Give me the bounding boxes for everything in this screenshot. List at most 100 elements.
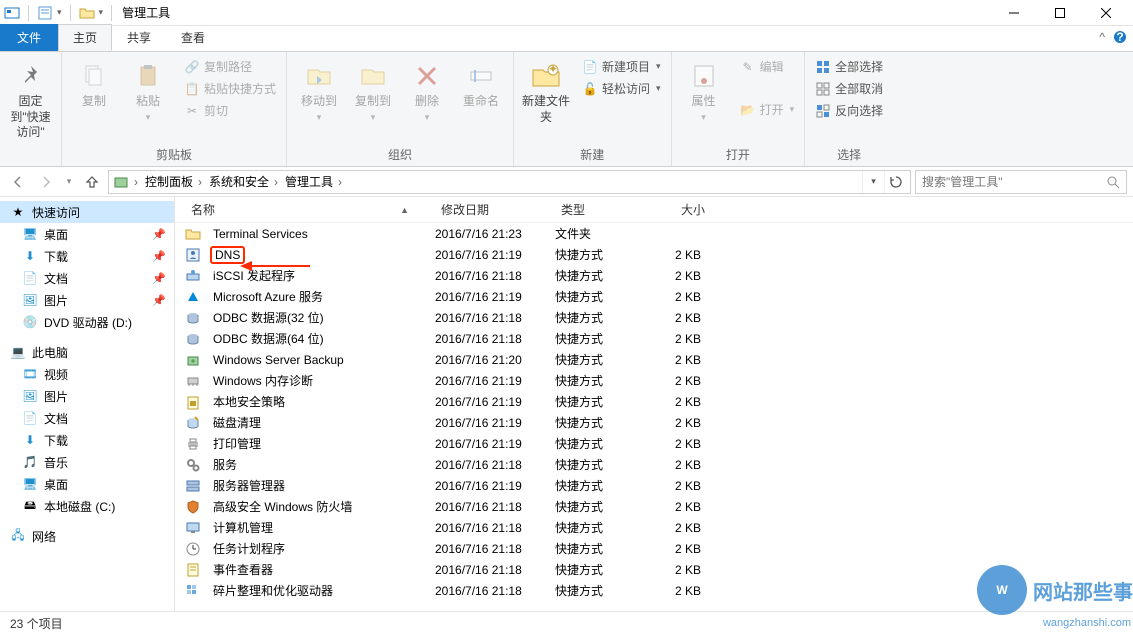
- paste-icon: [132, 60, 164, 92]
- copy-button[interactable]: 复制: [68, 56, 120, 110]
- nav-pictures2[interactable]: 🖼图片: [0, 385, 174, 407]
- file-icon: [185, 373, 201, 389]
- nav-videos[interactable]: 🎞视频: [0, 363, 174, 385]
- search-box[interactable]: [915, 170, 1127, 194]
- help-icon[interactable]: ?: [1113, 30, 1127, 44]
- file-name: ODBC 数据源(64 位): [213, 330, 324, 347]
- invert-selection-button[interactable]: 反向选择: [811, 100, 887, 121]
- nav-downloads2[interactable]: ⬇下载: [0, 429, 174, 451]
- file-type: 快捷方式: [555, 435, 675, 452]
- select-all-button[interactable]: 全部选择: [811, 56, 887, 77]
- tab-home[interactable]: 主页: [58, 24, 112, 51]
- file-icon: [185, 541, 201, 557]
- rename-button[interactable]: 重命名: [455, 56, 507, 110]
- properties-button[interactable]: 属性▾: [678, 56, 730, 123]
- file-row[interactable]: Terminal Services2016/7/16 21:23文件夹: [175, 223, 1133, 244]
- easy-access-button[interactable]: 🔓轻松访问▾: [578, 78, 665, 99]
- nav-documents[interactable]: 📄文档📌: [0, 267, 174, 289]
- file-date: 2016/7/16 21:18: [435, 500, 555, 514]
- file-row[interactable]: DNS2016/7/16 21:19快捷方式2 KB: [175, 244, 1133, 265]
- edit-button[interactable]: ✎编辑: [736, 56, 799, 77]
- file-row[interactable]: Microsoft Azure 服务2016/7/16 21:19快捷方式2 K…: [175, 286, 1133, 307]
- file-row[interactable]: Windows 内存诊断2016/7/16 21:19快捷方式2 KB: [175, 370, 1133, 391]
- new-item-button[interactable]: 📄新建项目▾: [578, 56, 665, 77]
- new-folder-button[interactable]: ✦新建文件夹: [520, 56, 572, 125]
- close-button[interactable]: [1083, 0, 1129, 26]
- minimize-button[interactable]: [991, 0, 1037, 26]
- nav-desktop[interactable]: 🖥桌面📌: [0, 223, 174, 245]
- file-row[interactable]: Windows Server Backup2016/7/16 21:20快捷方式…: [175, 349, 1133, 370]
- paste-button[interactable]: 粘贴▾: [122, 56, 174, 123]
- col-name[interactable]: 名称▲: [185, 201, 435, 218]
- copy-to-button[interactable]: 复制到▾: [347, 56, 399, 123]
- music-icon: 🎵: [22, 454, 38, 470]
- file-date: 2016/7/16 21:18: [435, 584, 555, 598]
- breadcrumb-1[interactable]: 系统和安全›: [207, 173, 283, 190]
- tab-share[interactable]: 共享: [112, 24, 166, 51]
- group-organize-label: 组织: [293, 146, 507, 166]
- refresh-button[interactable]: [884, 171, 906, 193]
- file-row[interactable]: 计算机管理2016/7/16 21:18快捷方式2 KB: [175, 517, 1133, 538]
- maximize-button[interactable]: [1037, 0, 1083, 26]
- file-size: 2 KB: [675, 248, 775, 262]
- address-dropdown-button[interactable]: ▾: [862, 171, 884, 193]
- select-none-button[interactable]: 全部取消: [811, 78, 887, 99]
- nav-dvd[interactable]: 💿DVD 驱动器 (D:): [0, 311, 174, 333]
- forward-button[interactable]: [34, 170, 58, 194]
- delete-button[interactable]: 删除▾: [401, 56, 453, 123]
- file-row[interactable]: iSCSI 发起程序2016/7/16 21:18快捷方式2 KB: [175, 265, 1133, 286]
- open-menu-button[interactable]: 📂打开▾: [736, 99, 799, 120]
- nav-pictures[interactable]: 🖼图片📌: [0, 289, 174, 311]
- tab-file[interactable]: 文件: [0, 24, 58, 51]
- file-row[interactable]: 服务器管理器2016/7/16 21:19快捷方式2 KB: [175, 475, 1133, 496]
- breadcrumb-0[interactable]: 控制面板›: [143, 173, 207, 190]
- moveto-icon: [303, 60, 335, 92]
- breadcrumb-2[interactable]: 管理工具›: [283, 173, 347, 190]
- pin-icon: 📌: [152, 228, 166, 241]
- group-select-label: 选择: [811, 146, 887, 166]
- collapse-ribbon-icon[interactable]: ^: [1099, 30, 1105, 44]
- nav-documents2[interactable]: 📄文档: [0, 407, 174, 429]
- nav-localdisk[interactable]: 🖴本地磁盘 (C:): [0, 495, 174, 517]
- address-bar[interactable]: › 控制面板› 系统和安全› 管理工具› ▾: [108, 170, 911, 194]
- nav-music[interactable]: 🎵音乐: [0, 451, 174, 473]
- col-date[interactable]: 修改日期: [435, 201, 555, 218]
- file-row[interactable]: 本地安全策略2016/7/16 21:19快捷方式2 KB: [175, 391, 1133, 412]
- file-icon: [185, 583, 201, 599]
- move-to-button[interactable]: 移动到▾: [293, 56, 345, 123]
- nav-quick-access[interactable]: ★快速访问: [0, 201, 174, 223]
- file-type: 快捷方式: [555, 309, 675, 326]
- file-row[interactable]: 高级安全 Windows 防火墙2016/7/16 21:18快捷方式2 KB: [175, 496, 1133, 517]
- cut-button[interactable]: ✂剪切: [180, 100, 280, 121]
- col-size[interactable]: 大小: [675, 201, 775, 218]
- col-type[interactable]: 类型: [555, 201, 675, 218]
- qat-folder-icon[interactable]: [79, 5, 95, 21]
- paste-shortcut-button[interactable]: 📋粘贴快捷方式: [180, 78, 280, 99]
- file-type: 快捷方式: [555, 540, 675, 557]
- nav-downloads[interactable]: ⬇下载📌: [0, 245, 174, 267]
- desktop-icon: 🖥: [22, 226, 38, 242]
- file-row[interactable]: 打印管理2016/7/16 21:19快捷方式2 KB: [175, 433, 1133, 454]
- file-icon: [185, 268, 201, 284]
- file-row[interactable]: 服务2016/7/16 21:18快捷方式2 KB: [175, 454, 1133, 475]
- file-name: 事件查看器: [213, 561, 273, 578]
- search-icon[interactable]: [1106, 175, 1120, 189]
- back-button[interactable]: [6, 170, 30, 194]
- copy-path-button[interactable]: 🔗复制路径: [180, 56, 280, 77]
- file-row[interactable]: 磁盘清理2016/7/16 21:19快捷方式2 KB: [175, 412, 1133, 433]
- qat-properties-icon[interactable]: [37, 5, 53, 21]
- file-row[interactable]: ODBC 数据源(32 位)2016/7/16 21:18快捷方式2 KB: [175, 307, 1133, 328]
- documents-icon: 📄: [22, 270, 38, 286]
- up-button[interactable]: [80, 170, 104, 194]
- newitem-icon: 📄: [582, 59, 598, 75]
- tab-view[interactable]: 查看: [166, 24, 220, 51]
- recent-locations-button[interactable]: ▾: [62, 170, 76, 194]
- nav-desktop2[interactable]: 🖥桌面: [0, 473, 174, 495]
- file-row[interactable]: ODBC 数据源(64 位)2016/7/16 21:18快捷方式2 KB: [175, 328, 1133, 349]
- file-row[interactable]: 任务计划程序2016/7/16 21:18快捷方式2 KB: [175, 538, 1133, 559]
- nav-this-pc[interactable]: 💻此电脑: [0, 341, 174, 363]
- pin-to-quick-button[interactable]: 固定到"快速访问": [6, 56, 55, 141]
- search-input[interactable]: [922, 175, 1106, 189]
- nav-network[interactable]: 🖧网络: [0, 525, 174, 547]
- link-icon: 🔗: [184, 59, 200, 75]
